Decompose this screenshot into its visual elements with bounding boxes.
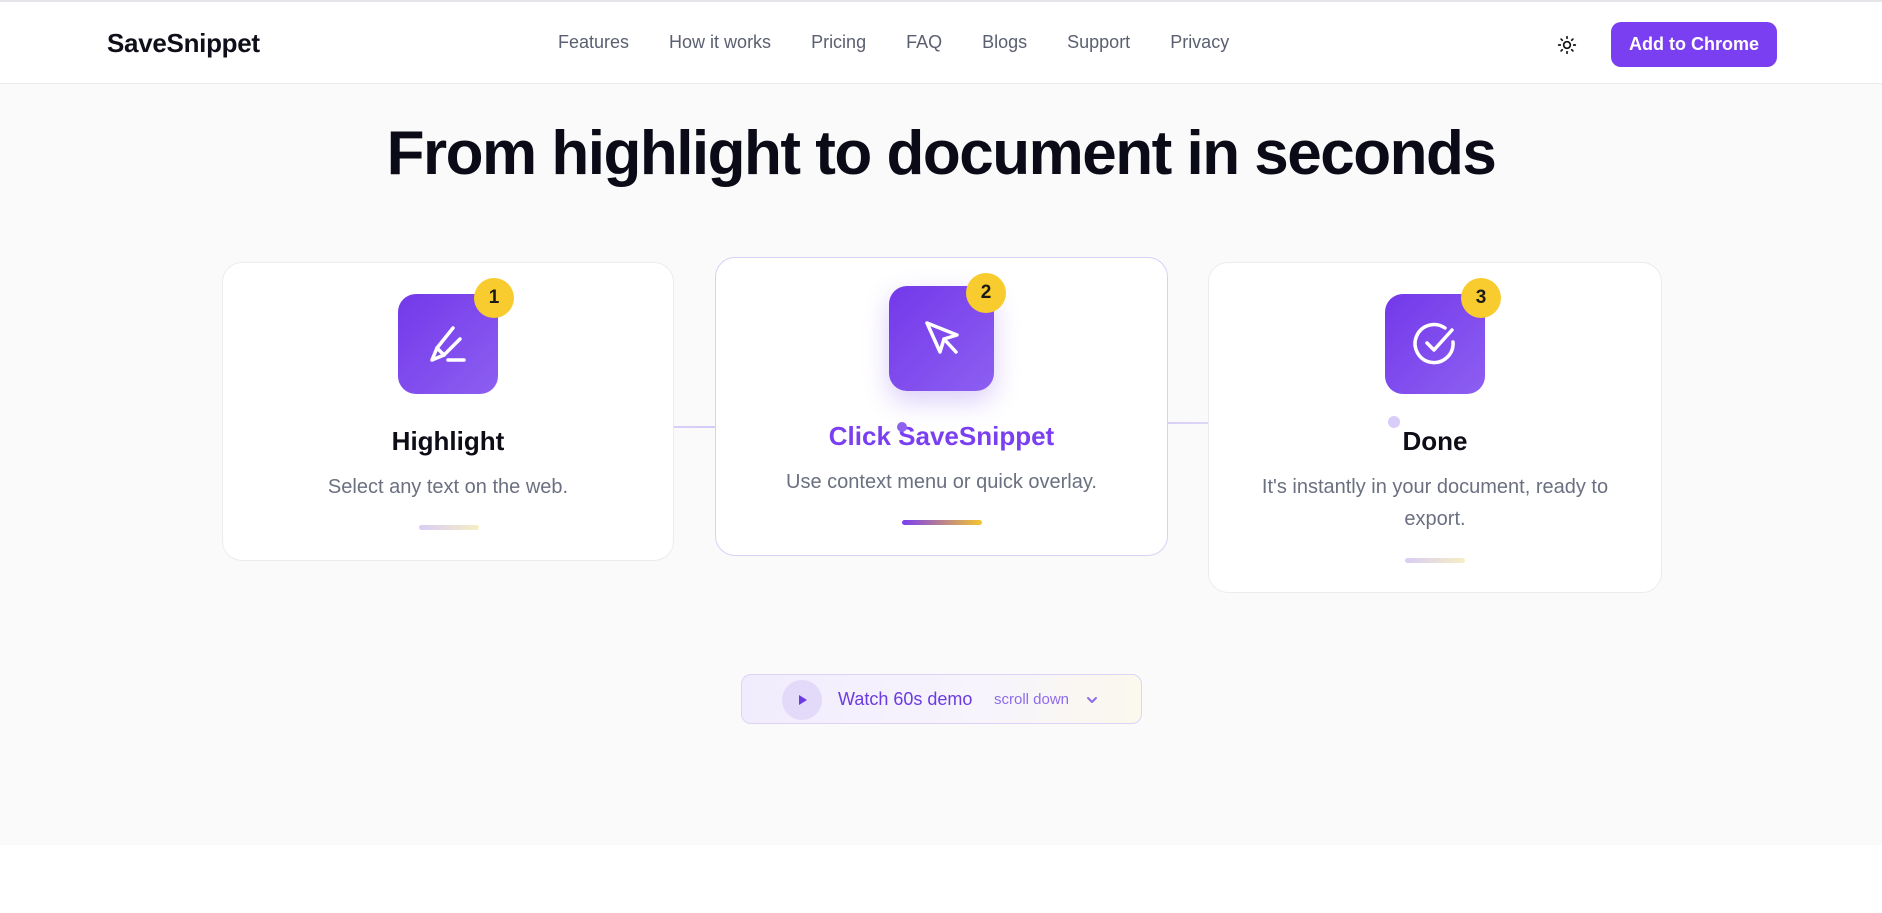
step-accent-bar <box>1405 558 1465 563</box>
cursor-arrow-icon <box>924 320 959 354</box>
play-icon <box>799 695 807 705</box>
step-card-1: 1 Highlight Select any text on the web. <box>222 262 674 561</box>
step-title: Done <box>1402 426 1468 456</box>
step-accent-bar <box>902 520 982 525</box>
highlighter-icon <box>430 326 466 362</box>
sun-icon <box>1557 35 1577 55</box>
demo-label: Watch 60s demo <box>838 689 973 709</box>
step-number-badge: 1 <box>474 278 514 318</box>
step-title: Highlight <box>391 426 505 456</box>
step-card-2: 2 Click SaveSnippet Use context menu or … <box>715 257 1168 556</box>
logo[interactable]: SaveSnippet <box>107 28 260 59</box>
step-card-3: 3 Done It's instantly in your document, … <box>1208 262 1662 593</box>
demo-hint: scroll down <box>994 691 1070 708</box>
step-description: It's instantly in your document, ready t… <box>1261 476 1609 530</box>
step-number-badge: 2 <box>966 273 1006 313</box>
step-description: Select any text on the web. <box>327 476 569 498</box>
nav-features[interactable]: Features <box>558 32 629 53</box>
step-description: Use context menu or quick overlay. <box>786 471 1097 493</box>
chevron-down-icon <box>1087 697 1097 703</box>
step-accent-bar <box>419 525 479 530</box>
add-to-chrome-button[interactable]: Add to Chrome <box>1611 22 1777 67</box>
theme-toggle-button[interactable] <box>1554 32 1580 58</box>
watch-demo-button[interactable]: Watch 60s demo scroll down <box>741 674 1142 724</box>
nav-how-it-works[interactable]: How it works <box>669 32 771 53</box>
check-circle-icon <box>1413 322 1455 365</box>
nav-pricing[interactable]: Pricing <box>811 32 866 53</box>
step-title: Click SaveSnippet <box>828 421 1055 451</box>
connector-dot <box>1388 416 1400 428</box>
nav-blogs[interactable]: Blogs <box>982 32 1027 53</box>
how-it-works-section: From highlight to document in seconds 1 … <box>0 84 1882 845</box>
site-header: SaveSnippet Features How it works Pricin… <box>0 0 1882 84</box>
nav-privacy[interactable]: Privacy <box>1170 32 1229 53</box>
connector-dot <box>897 422 907 432</box>
play-button[interactable] <box>782 680 822 720</box>
step-number-badge: 3 <box>1461 278 1501 318</box>
main-nav: Features How it works Pricing FAQ Blogs … <box>558 32 1269 53</box>
nav-support[interactable]: Support <box>1067 32 1130 53</box>
nav-faq[interactable]: FAQ <box>906 32 942 53</box>
section-title: From highlight to document in seconds <box>386 119 1497 188</box>
